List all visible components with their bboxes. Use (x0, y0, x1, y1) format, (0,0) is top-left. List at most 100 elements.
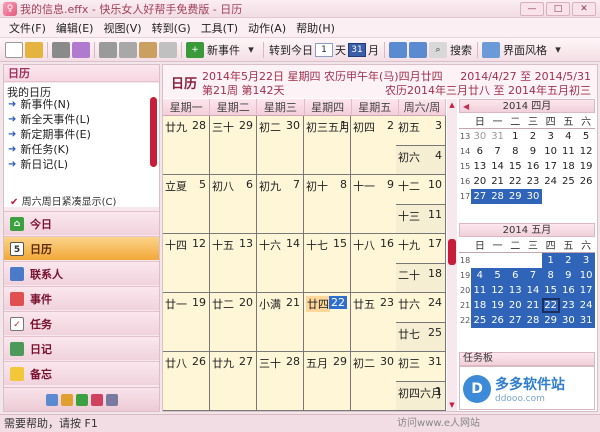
prev-month-icon[interactable]: ◀ (463, 100, 469, 113)
day-cell[interactable]: 十七 15 (304, 234, 351, 293)
day-cell[interactable]: 三十 29 (210, 116, 257, 175)
menu-file[interactable]: 文件(F) (4, 20, 51, 36)
nav-calendar[interactable]: 5 日历 (4, 236, 159, 260)
mini-day[interactable]: 12 (488, 282, 507, 298)
mini-day[interactable]: 30 (524, 188, 542, 204)
scroll-up-icon[interactable]: ▲ (447, 101, 457, 109)
weekend-day-cell[interactable]: 十三 11 (396, 204, 446, 234)
status-website[interactable]: 访问www.e人网站 (397, 415, 480, 432)
open-folder-icon[interactable] (25, 41, 43, 58)
copy-icon[interactable] (119, 41, 137, 58)
mini-day[interactable]: 17 (577, 282, 595, 298)
day-cell[interactable]: 十六 14 (257, 234, 304, 293)
mini-day[interactable]: 5 (488, 267, 507, 283)
day-cell[interactable]: 廿四 22 (304, 293, 351, 352)
mini-day[interactable]: 23 (524, 174, 542, 189)
mini-day[interactable]: 15 (541, 282, 560, 298)
mini-day[interactable]: 17 (542, 159, 560, 174)
mini-day[interactable]: 27 (471, 188, 489, 204)
menu-help[interactable]: 帮助(H) (291, 20, 340, 36)
mini-day[interactable]: 10 (577, 267, 595, 283)
mini-day[interactable]: 26 (577, 174, 595, 189)
mini-day[interactable]: 13 (506, 282, 525, 298)
weekend-day-cell[interactable]: 初四六月 1 (396, 381, 446, 411)
paste-icon[interactable] (139, 41, 157, 58)
day-cell[interactable]: 初九 7 (257, 175, 304, 234)
scroll-thumb[interactable] (448, 239, 456, 265)
weekend-day-cell[interactable]: 廿六 24 (396, 293, 446, 323)
day-cell[interactable]: 初四 2 (351, 116, 398, 175)
mini-day[interactable]: 16 (559, 282, 578, 298)
weekend-day-cell[interactable]: 廿七 25 (396, 322, 446, 352)
day-cell[interactable]: 小满 21 (257, 293, 304, 352)
day-cell[interactable]: 五月 29 (304, 352, 351, 411)
mini-day[interactable]: 10 (542, 144, 560, 159)
chevron-down-icon[interactable]: ▾ (549, 41, 567, 59)
weekend-day-cell[interactable]: 初六 4 (396, 145, 446, 175)
mini-day[interactable]: 25 (471, 312, 489, 328)
chevron-down-icon[interactable]: ▾ (242, 41, 260, 59)
day-view-button[interactable]: 天 (333, 42, 348, 58)
globe-icon[interactable] (75, 393, 88, 406)
day-cell[interactable]: 十五 13 (210, 234, 257, 293)
mini-day[interactable]: 24 (577, 297, 595, 313)
calendar-scrollbar[interactable]: ▲ ▼ (447, 99, 457, 411)
day-cell[interactable]: 初二 30 (351, 352, 398, 411)
compact-weekend-option[interactable]: ✔ 周六周日紧凑显示(C) (4, 193, 159, 207)
mini-day[interactable]: 4 (560, 129, 578, 144)
mini-day[interactable]: 1 (541, 252, 560, 268)
day-cell[interactable]: 十四 12 (163, 234, 210, 293)
mini-day[interactable]: 26 (488, 312, 507, 328)
mini-day[interactable]: 11 (471, 282, 489, 298)
delete-icon[interactable] (159, 41, 177, 58)
day-cell[interactable]: 十八 16 (351, 234, 398, 293)
mini-day[interactable]: 19 (577, 159, 595, 174)
nav-contacts[interactable]: 联系人 (4, 261, 159, 285)
mini-day[interactable]: 23 (559, 297, 578, 313)
new-event-button[interactable]: 新事件 (205, 42, 242, 58)
nav-tasks[interactable]: ✓ 任务 (4, 311, 159, 335)
mini-day[interactable]: 18 (560, 159, 578, 174)
nav-today[interactable]: ⌂ 今日 (4, 211, 159, 235)
scroll-down-icon[interactable]: ▼ (447, 401, 457, 409)
mini-day[interactable]: 14 (489, 159, 507, 174)
day-cell[interactable]: 初八 6 (210, 175, 257, 234)
mini-day[interactable]: 21 (489, 174, 507, 189)
mini-day[interactable]: 7 (489, 144, 507, 159)
nav-diary[interactable]: 日记 (4, 336, 159, 360)
mini-day[interactable]: 9 (524, 144, 542, 159)
print-icon[interactable] (52, 41, 70, 58)
new-diary-link[interactable]: ➜ 新日记(L) (4, 157, 159, 172)
menu-actions[interactable]: 动作(A) (243, 20, 291, 36)
mini-day[interactable]: 8 (506, 144, 524, 159)
mini-day[interactable]: 21 (524, 297, 542, 313)
nav-memo[interactable]: 备忘 (4, 361, 159, 385)
day-cell[interactable]: 廿一 19 (163, 293, 210, 352)
mini-day[interactable]: 2 (524, 129, 542, 144)
day-cell[interactable]: 廿二 20 (210, 293, 257, 352)
month-view-button[interactable]: 月 (366, 42, 381, 58)
mini-day[interactable]: 20 (506, 297, 525, 313)
key-icon[interactable] (60, 393, 73, 406)
mini-day[interactable]: 1 (506, 129, 524, 144)
mini-day[interactable]: 11 (560, 144, 578, 159)
day-cell[interactable]: 廿九 28 (163, 116, 210, 175)
new-task-link[interactable]: ➜ 新任务(K) (4, 142, 159, 157)
mini-day[interactable]: 16 (524, 159, 542, 174)
new-doc-icon[interactable] (5, 41, 23, 58)
mini-day[interactable]: 7 (524, 267, 542, 283)
mini-day[interactable]: 4 (471, 267, 489, 283)
mini-day[interactable]: 29 (541, 312, 560, 328)
weekend-day-cell[interactable]: 初五 3 (396, 116, 446, 146)
mini-day[interactable]: 9 (559, 267, 578, 283)
day-cell[interactable]: 初三五月 1 (304, 116, 351, 175)
new-event-link[interactable]: ➜ 新事件(N) (4, 97, 159, 112)
mini-day[interactable]: 28 (524, 312, 542, 328)
new-recurring-event-link[interactable]: ➜ 新定期事件(E) (4, 127, 159, 142)
menu-view[interactable]: 视图(V) (98, 20, 146, 36)
menu-goto[interactable]: 转到(G) (147, 20, 196, 36)
cut-icon[interactable] (99, 41, 117, 58)
menu-edit[interactable]: 编辑(E) (51, 20, 99, 36)
maximize-button[interactable]: □ (546, 2, 570, 16)
mini-day[interactable]: 22 (506, 174, 524, 189)
